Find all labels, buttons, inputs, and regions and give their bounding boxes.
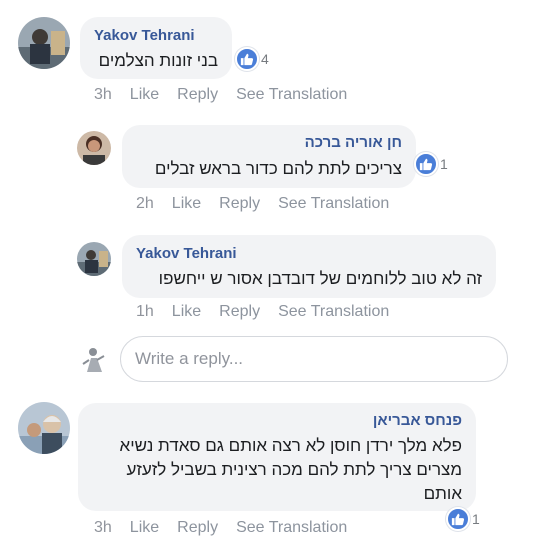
see-translation-link[interactable]: See Translation [278, 303, 389, 321]
comment-text: צריכים לתת להם כדור בראש זבלים [154, 159, 402, 178]
avatar-photo [77, 131, 111, 165]
comment-timestamp[interactable]: 1h [136, 303, 154, 321]
comment-author[interactable]: פנחס אבריאן [373, 412, 462, 429]
comment-text-line: מצרים צריך לתת להם מכה רצינית בשביל לזעז… [126, 460, 462, 479]
comment-text: בני זונות הצלמים [98, 51, 218, 70]
like-link[interactable]: Like [130, 86, 159, 104]
comment-bubble: חן אוריה ברכה צריכים לתת להם כדור בראש ז… [122, 125, 416, 188]
see-translation-link[interactable]: See Translation [278, 195, 389, 213]
avatar-pinchas-avrian[interactable] [18, 402, 70, 454]
comment-text-line: פלא מלך ירדן חוסן לא רצה אותם גם סאדת נש… [119, 436, 462, 455]
avatar-photo [18, 17, 70, 69]
comment-author[interactable]: Yakov Tehrani [136, 245, 237, 262]
reaction-summary[interactable]: 4 [235, 47, 269, 71]
reaction-summary[interactable]: 1 [446, 507, 480, 531]
reply-link[interactable]: Reply [219, 303, 260, 321]
current-user-avatar [77, 342, 111, 376]
reaction-summary[interactable]: 1 [414, 152, 448, 176]
comment-bubble: Yakov Tehrani בני זונות הצלמים [80, 17, 232, 79]
comment-author[interactable]: Yakov Tehrani [94, 27, 195, 44]
see-translation-link[interactable]: See Translation [236, 519, 347, 537]
comment-timestamp[interactable]: 3h [94, 86, 112, 104]
like-link[interactable]: Like [172, 195, 201, 213]
avatar-photo [77, 242, 111, 276]
reply-input-box[interactable] [120, 336, 508, 382]
avatar-yakov-tehrani[interactable] [18, 17, 70, 69]
thumbs-up-icon [235, 47, 259, 71]
comment-actions: 2h Like Reply See Translation [136, 195, 389, 213]
thumbs-up-icon [446, 507, 470, 531]
reaction-count: 1 [472, 511, 480, 527]
comment-text: זה לא טוב ללוחמים של דובדבן אסור ש ייחשפ… [158, 269, 482, 288]
avatar-photo [77, 342, 111, 376]
like-link[interactable]: Like [172, 303, 201, 321]
reply-link[interactable]: Reply [219, 195, 260, 213]
thumbs-up-icon [414, 152, 438, 176]
comment-actions: 1h Like Reply See Translation [136, 303, 389, 321]
reaction-count: 1 [440, 156, 448, 172]
avatar-chen-oriya-bracha[interactable] [77, 131, 111, 165]
reply-link[interactable]: Reply [177, 519, 218, 537]
avatar-photo [18, 402, 70, 454]
comment-timestamp[interactable]: 3h [94, 519, 112, 537]
like-link[interactable]: Like [130, 519, 159, 537]
reply-link[interactable]: Reply [177, 86, 218, 104]
reply-input[interactable] [135, 349, 485, 369]
avatar-yakov-tehrani[interactable] [77, 242, 111, 276]
reaction-count: 4 [261, 51, 269, 67]
comment-timestamp[interactable]: 2h [136, 195, 154, 213]
comment-bubble: Yakov Tehrani זה לא טוב ללוחמים של דובדב… [122, 235, 496, 298]
see-translation-link[interactable]: See Translation [236, 86, 347, 104]
comment-actions: 3h Like Reply See Translation [94, 519, 347, 537]
comment-bubble: פנחס אבריאן פלא מלך ירדן חוסן לא רצה אות… [78, 403, 476, 511]
comment-actions: 3h Like Reply See Translation [94, 86, 347, 104]
comment-author[interactable]: חן אוריה ברכה [305, 134, 402, 151]
comment-text-line: אותם [423, 484, 462, 503]
